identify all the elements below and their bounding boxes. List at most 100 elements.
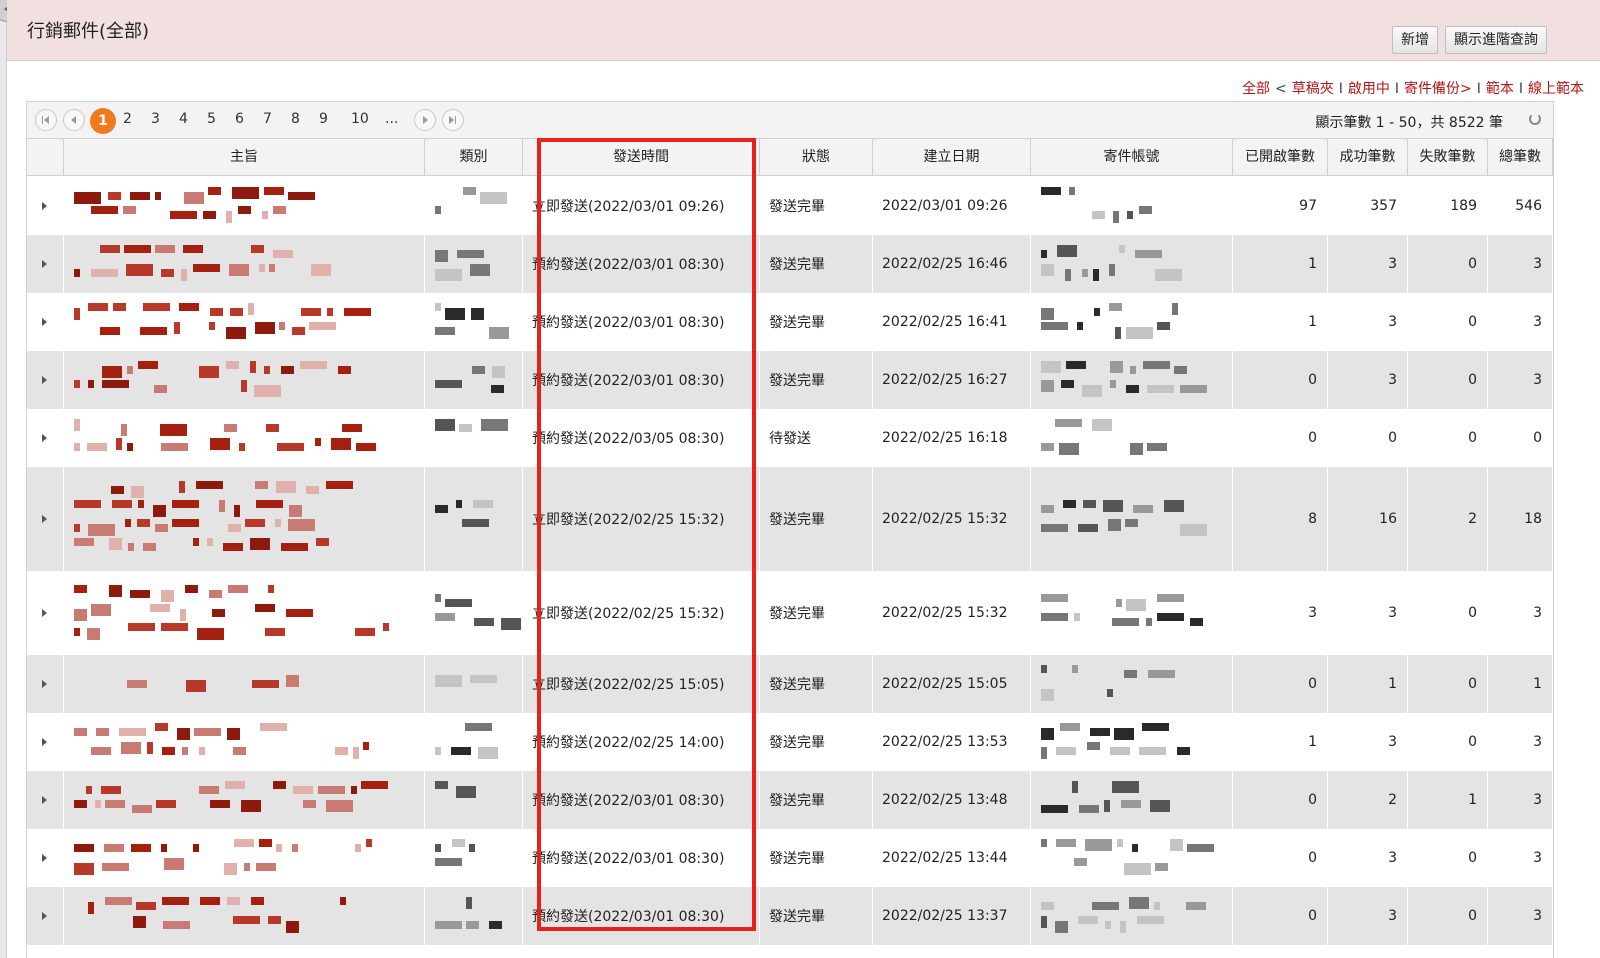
success-count-cell: 16: [1328, 467, 1408, 571]
column-header[interactable]: 總筆數: [1488, 139, 1553, 176]
expander-cell[interactable]: [27, 771, 64, 829]
expand-row-icon[interactable]: [42, 202, 47, 210]
expander-cell[interactable]: [27, 713, 64, 771]
category-cell: [425, 293, 523, 351]
column-header[interactable]: 失敗筆數: [1408, 139, 1488, 176]
subject-cell[interactable]: [64, 887, 425, 945]
column-header[interactable]: 已開啟筆數: [1233, 139, 1328, 176]
table-row[interactable]: 預約發送(2022/03/01 08:30) 發送完畢 2022/02/25 16:…: [27, 351, 1553, 409]
column-header[interactable]: 發送時間: [523, 139, 760, 176]
status-text: 待發送: [769, 431, 811, 447]
column-header[interactable]: 狀態: [760, 139, 873, 176]
subject-cell[interactable]: [64, 571, 425, 655]
sender-account-cell: [1031, 293, 1233, 351]
expander-cell[interactable]: [27, 351, 64, 409]
subject-cell[interactable]: [64, 655, 425, 713]
table-row[interactable]: 預約發送(2022/03/01 08:30) 發送完畢 2022/02/25 13:…: [27, 887, 1553, 945]
expand-row-icon[interactable]: [42, 738, 47, 746]
table-row[interactable]: 立即發送(2022/02/25 15:05) 發送完畢 2022/02/25 15:…: [27, 655, 1553, 713]
created-date-cell: 2022/02/25 13:48: [873, 771, 1031, 829]
page-number[interactable]: 1: [90, 108, 116, 134]
expander-cell[interactable]: [27, 829, 64, 887]
sender-account-cell: [1031, 351, 1233, 409]
expander-cell[interactable]: [27, 235, 64, 293]
expand-row-icon[interactable]: [42, 318, 47, 326]
first-page-button[interactable]: [35, 109, 57, 131]
subject-cell[interactable]: [64, 467, 425, 571]
page-number[interactable]: 7: [263, 111, 272, 127]
subject-cell[interactable]: [64, 771, 425, 829]
filter-link[interactable]: 線上範本: [1528, 81, 1584, 97]
page-ellipsis[interactable]: ...: [385, 111, 398, 127]
table-row[interactable]: 預約發送(2022/03/05 08:30) 待發送 2022/02/25 16:1…: [27, 409, 1553, 467]
subject-cell[interactable]: [64, 235, 425, 293]
subject-cell[interactable]: [64, 409, 425, 467]
column-header[interactable]: 建立日期: [873, 139, 1031, 176]
table-row[interactable]: 立即發送(2022/03/01 09:26) 發送完畢 2022/03/01 09:…: [27, 177, 1553, 235]
add-button[interactable]: 新增: [1392, 26, 1438, 54]
expander-cell[interactable]: [27, 409, 64, 467]
expander-cell[interactable]: [27, 571, 64, 655]
prev-page-button[interactable]: [63, 109, 85, 131]
expand-row-icon[interactable]: [42, 376, 47, 384]
column-header[interactable]: 類別: [425, 139, 523, 176]
page-number[interactable]: 8: [291, 111, 300, 127]
redacted-text: [64, 571, 424, 655]
expand-row-icon[interactable]: [42, 260, 47, 268]
success-count: 0: [1388, 430, 1397, 446]
column-header[interactable]: 成功筆數: [1328, 139, 1408, 176]
expand-row-icon[interactable]: [42, 912, 47, 920]
expand-row-icon[interactable]: [42, 854, 47, 862]
failed-count-cell: 0: [1408, 829, 1488, 887]
opened-count: 97: [1299, 198, 1317, 214]
expand-row-icon[interactable]: [42, 515, 47, 523]
page-number[interactable]: 3: [151, 111, 160, 127]
expand-row-icon[interactable]: [42, 434, 47, 442]
page-number[interactable]: 6: [235, 111, 244, 127]
table-row[interactable]: 立即發送(2022/02/25 15:32) 發送完畢 2022/02/25 15:…: [27, 571, 1553, 655]
column-header[interactable]: 主旨: [64, 139, 425, 176]
page-number[interactable]: 9: [319, 111, 328, 127]
filter-link[interactable]: 草稿夾: [1292, 81, 1334, 97]
expand-row-icon[interactable]: [42, 796, 47, 804]
last-page-button[interactable]: [442, 109, 464, 131]
created-date-text: 2022/02/25 13:37: [882, 908, 1008, 924]
expand-row-icon[interactable]: [42, 680, 47, 688]
subject-cell[interactable]: [64, 829, 425, 887]
expander-cell[interactable]: [27, 887, 64, 945]
created-date-cell: 2022/02/25 16:46: [873, 235, 1031, 293]
column-header[interactable]: 寄件帳號: [1031, 139, 1233, 176]
table-row[interactable]: 預約發送(2022/03/01 08:30) 發送完畢 2022/02/25 16:…: [27, 235, 1553, 293]
filter-link[interactable]: 全部: [1242, 81, 1270, 97]
expander-cell[interactable]: [27, 655, 64, 713]
table-row[interactable]: 立即發送(2022/02/25 15:32) 發送完畢 2022/02/25 15:…: [27, 467, 1553, 571]
table-row[interactable]: 預約發送(2022/03/01 08:30) 發送完畢 2022/02/25 13:…: [27, 771, 1553, 829]
total-count: 546: [1515, 198, 1542, 214]
category-cell: [425, 887, 523, 945]
table-row[interactable]: 預約發送(2022/02/25 14:00) 發送完畢 2022/02/25 13:…: [27, 713, 1553, 771]
table-row[interactable]: 預約發送(2022/03/01 08:30) 發送完畢 2022/02/25 16:…: [27, 293, 1553, 351]
filter-link[interactable]: 範本: [1486, 81, 1514, 97]
failed-count: 189: [1450, 198, 1477, 214]
failed-count: 0: [1468, 734, 1477, 750]
expander-cell[interactable]: [27, 467, 64, 571]
table-row[interactable]: 預約發送(2022/03/01 08:30) 發送完畢 2022/02/25 13:…: [27, 829, 1553, 887]
page-number[interactable]: 5: [207, 111, 216, 127]
subject-cell[interactable]: [64, 293, 425, 351]
refresh-icon[interactable]: [1529, 113, 1541, 125]
advanced-search-button[interactable]: 顯示進階查詢: [1445, 26, 1547, 54]
page-number[interactable]: 2: [123, 111, 132, 127]
expand-row-icon[interactable]: [42, 609, 47, 617]
expander-cell[interactable]: [27, 177, 64, 235]
filter-link[interactable]: 啟用中: [1348, 81, 1390, 97]
subject-cell[interactable]: [64, 713, 425, 771]
page-number[interactable]: 10: [351, 111, 369, 127]
subject-cell[interactable]: [64, 177, 425, 235]
filter-link[interactable]: 寄件備份>: [1404, 81, 1472, 97]
next-page-button[interactable]: [414, 109, 436, 131]
send-time-cell: 預約發送(2022/03/01 08:30): [523, 887, 760, 945]
page-number[interactable]: 4: [179, 111, 188, 127]
expander-cell[interactable]: [27, 293, 64, 351]
subject-cell[interactable]: [64, 351, 425, 409]
opened-count-cell: 3: [1233, 571, 1328, 655]
